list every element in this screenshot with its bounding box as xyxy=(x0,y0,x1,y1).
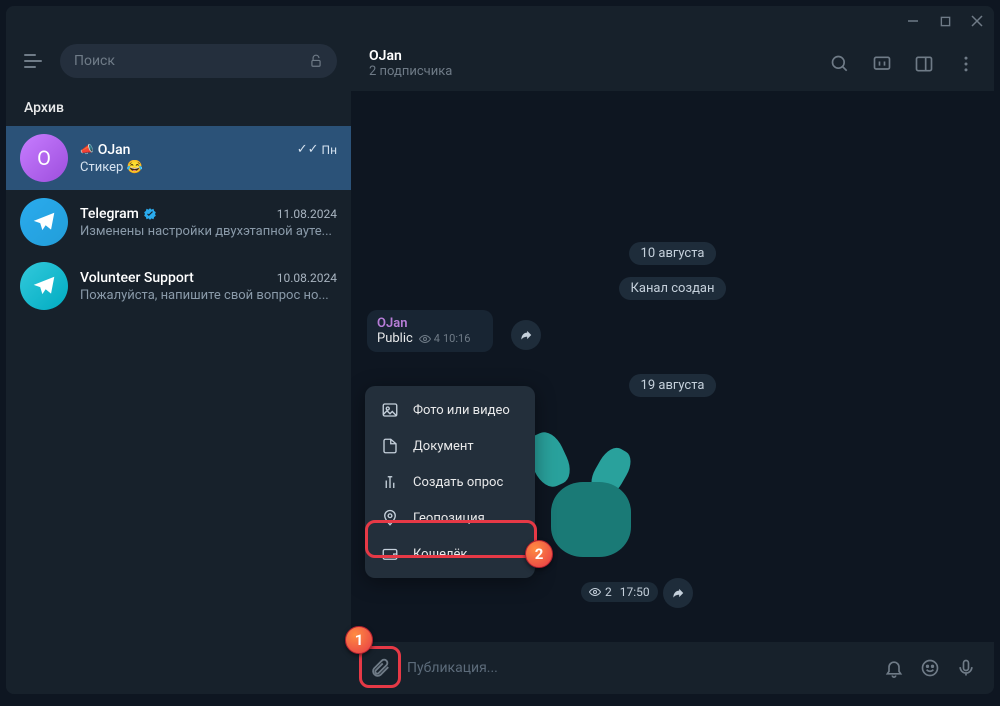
avatar: O xyxy=(20,134,68,182)
wallet-icon xyxy=(381,545,399,563)
window-titlebar xyxy=(6,6,994,36)
chat-item-support[interactable]: Volunteer Support 10.08.2024 Пожалуйста,… xyxy=(6,254,351,318)
menu-document[interactable]: Документ xyxy=(365,428,535,464)
poll-icon xyxy=(381,473,399,491)
close-button[interactable] xyxy=(970,14,984,28)
menu-poll[interactable]: Создать опрос xyxy=(365,464,535,500)
chat-time: 11.08.2024 xyxy=(277,207,337,221)
annotation-marker-1: 1 xyxy=(345,626,373,654)
page-title: OJan xyxy=(369,48,452,64)
view-count: 4 xyxy=(434,332,440,345)
voice-icon[interactable] xyxy=(956,658,976,678)
chat-preview: Изменены настройки двухэтапной ауте... xyxy=(80,224,337,239)
avatar xyxy=(20,262,68,310)
message-input-bar: Публикация... xyxy=(351,642,994,694)
date-separator: 10 августа xyxy=(629,242,717,265)
megaphone-icon: 📣 xyxy=(80,143,94,156)
forward-button[interactable] xyxy=(663,578,693,608)
chat-item-ojan[interactable]: O 📣 OJan ✓✓ Пн Стикер 😂 xyxy=(6,126,351,190)
eye-icon xyxy=(419,333,431,345)
sidebar-toggle-icon[interactable] xyxy=(914,54,934,74)
messages-area: 10 августа Канал создан OJan Public 4 10… xyxy=(351,92,994,642)
menu-label: Документ xyxy=(413,439,474,454)
menu-label: Создать опрос xyxy=(413,475,503,490)
annotation-marker-2: 2 xyxy=(525,540,553,568)
maximize-button[interactable] xyxy=(938,14,952,28)
hamburger-menu-button[interactable] xyxy=(20,47,48,75)
menu-location[interactable]: Геопозиция xyxy=(365,500,535,536)
chat-name: Telegram xyxy=(80,206,157,222)
comments-icon[interactable] xyxy=(872,54,892,74)
document-icon xyxy=(381,437,399,455)
sticker-views: 2 17:50 xyxy=(581,582,658,602)
subscriber-count: 2 подписчика xyxy=(369,64,452,79)
message-text: Public xyxy=(377,331,413,346)
attach-button[interactable] xyxy=(369,657,391,679)
more-icon[interactable] xyxy=(956,54,976,74)
main-panel: OJan 2 подписчика 10 августа Канал созда… xyxy=(351,36,994,694)
message-time: 10:16 xyxy=(443,332,470,345)
archive-label: Архив xyxy=(6,86,351,126)
chat-preview: Стикер 😂 xyxy=(80,160,337,175)
chat-time: ✓✓ Пн xyxy=(297,142,337,157)
read-checks-icon: ✓✓ xyxy=(297,142,319,157)
notifications-icon[interactable] xyxy=(884,658,904,678)
menu-label: Фото или видео xyxy=(413,403,510,418)
chat-name: Volunteer Support xyxy=(80,270,194,286)
chat-name: 📣 OJan xyxy=(80,142,130,158)
eye-icon xyxy=(589,586,601,598)
date-separator: 19 августа xyxy=(629,374,717,397)
message-bubble[interactable]: OJan Public 4 10:16 xyxy=(367,310,493,352)
chat-time: 10.08.2024 xyxy=(277,271,337,285)
attach-menu: Фото или видео Документ Создать опрос Ге… xyxy=(365,386,535,578)
system-message: Канал создан xyxy=(619,277,727,300)
chat-preview: Пожалуйста, напишите свой вопрос но... xyxy=(80,288,337,303)
menu-photo-video[interactable]: Фото или видео xyxy=(365,392,535,428)
image-icon xyxy=(381,401,399,419)
chat-header: OJan 2 подписчика xyxy=(351,36,994,92)
avatar xyxy=(20,198,68,246)
search-icon[interactable] xyxy=(830,54,850,74)
menu-wallet[interactable]: Кошелёк xyxy=(365,536,535,572)
sidebar: Поиск Архив O 📣 OJan ✓✓ Пн xyxy=(6,36,351,694)
message-input[interactable]: Публикация... xyxy=(407,660,868,676)
lock-icon xyxy=(309,54,323,68)
location-icon xyxy=(381,509,399,527)
forward-button[interactable] xyxy=(511,320,541,350)
search-input[interactable]: Поиск xyxy=(60,44,337,78)
verified-icon xyxy=(143,207,157,221)
menu-label: Геопозиция xyxy=(413,511,485,526)
chat-item-telegram[interactable]: Telegram 11.08.2024 Изменены настройки д… xyxy=(6,190,351,254)
search-placeholder: Поиск xyxy=(74,53,115,69)
message-author: OJan xyxy=(377,316,483,331)
minimize-button[interactable] xyxy=(906,14,920,28)
menu-label: Кошелёк xyxy=(413,547,467,562)
emoji-icon[interactable] xyxy=(920,658,940,678)
